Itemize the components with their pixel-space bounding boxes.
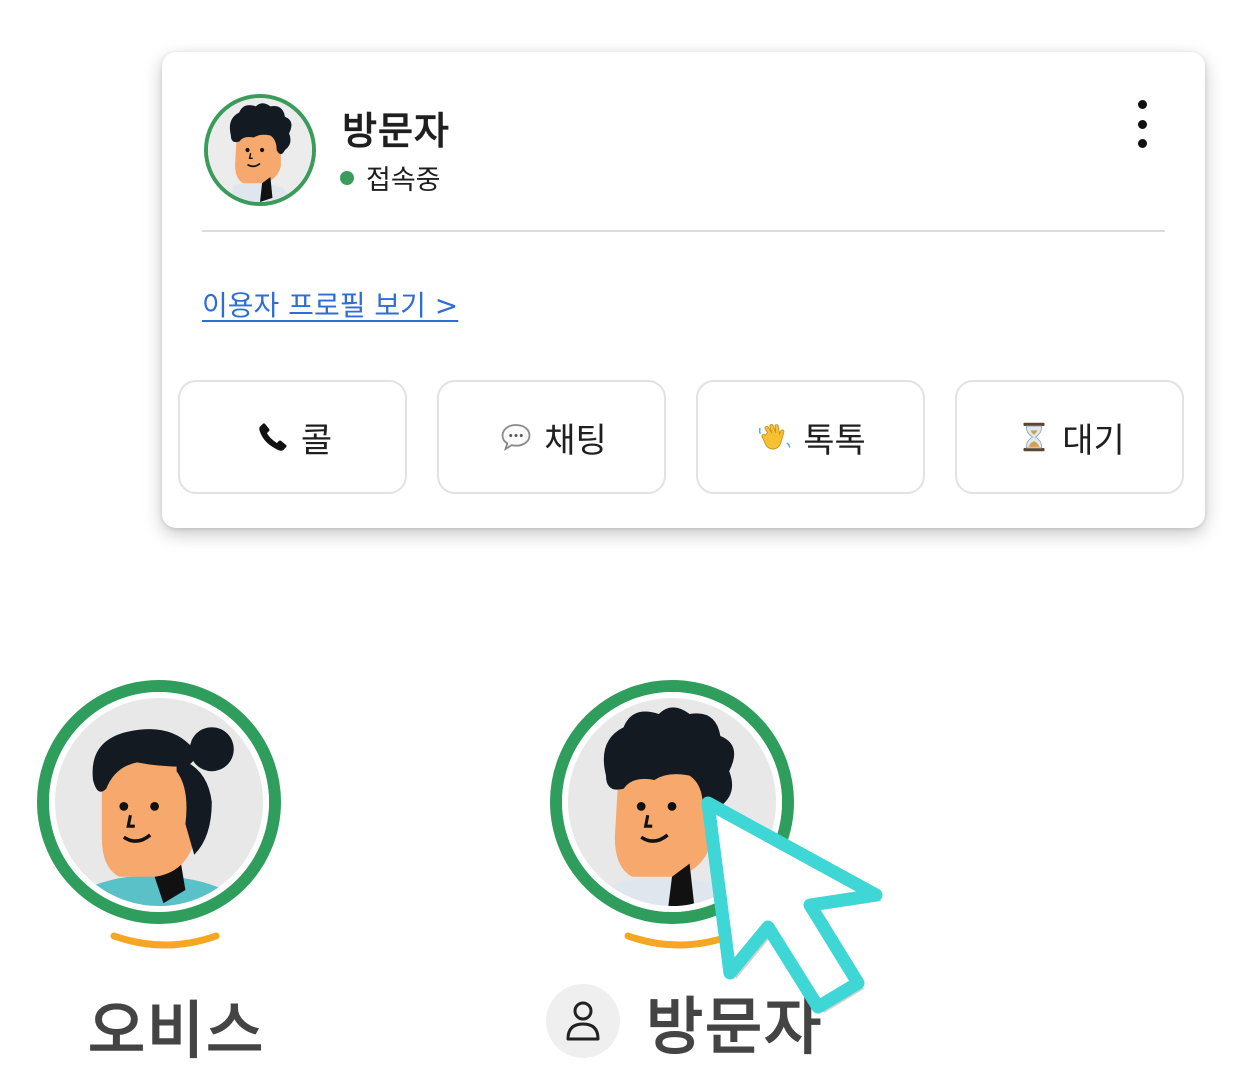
talk-label: 톡톡: [803, 420, 866, 461]
online-dot-icon: [340, 170, 354, 185]
divider: [202, 230, 1165, 232]
visitor-name: 방문자: [342, 109, 450, 153]
online-status: 접속중: [340, 158, 441, 197]
call-button[interactable]: 콜: [178, 380, 407, 494]
office-status-arc: [110, 932, 220, 949]
waving-hand-icon: [755, 417, 795, 457]
visitor-avatar: [204, 94, 316, 206]
dot-icon: [1137, 119, 1147, 129]
call-label: 콜: [300, 420, 333, 461]
wait-label: 대기: [1062, 420, 1125, 461]
dot-icon: [1137, 100, 1147, 109]
stage: 방문자 접속중 이용자 프로필 보기 > 콜 채팅 톡톡 대기 오비스 방문자: [0, 0, 1247, 1080]
office-name-label: 오비스: [88, 994, 266, 1067]
speech-bubble-icon: [496, 417, 536, 457]
dot-icon: [1137, 139, 1147, 148]
hourglass-icon: [1014, 417, 1054, 457]
visitor-portrait-icon: [208, 98, 312, 202]
office-avatar[interactable]: [37, 680, 281, 924]
mouse-pointer-icon: [701, 796, 883, 1014]
view-profile-link[interactable]: 이용자 프로필 보기 >: [202, 284, 458, 324]
talk-button[interactable]: 톡톡: [696, 380, 925, 494]
wait-button[interactable]: 대기: [955, 380, 1184, 494]
more-options-button[interactable]: [1127, 100, 1157, 148]
user-popup-card: 방문자 접속중 이용자 프로필 보기 > 콜 채팅 톡톡 대기: [162, 52, 1205, 528]
phone-icon: [253, 417, 293, 457]
chat-button[interactable]: 채팅: [437, 380, 666, 494]
status-text: 접속중: [366, 165, 441, 196]
office-portrait-icon: [49, 692, 269, 912]
person-icon: [546, 984, 620, 1058]
chat-label: 채팅: [544, 420, 607, 461]
action-buttons: 콜 채팅 톡톡 대기: [178, 380, 1186, 498]
